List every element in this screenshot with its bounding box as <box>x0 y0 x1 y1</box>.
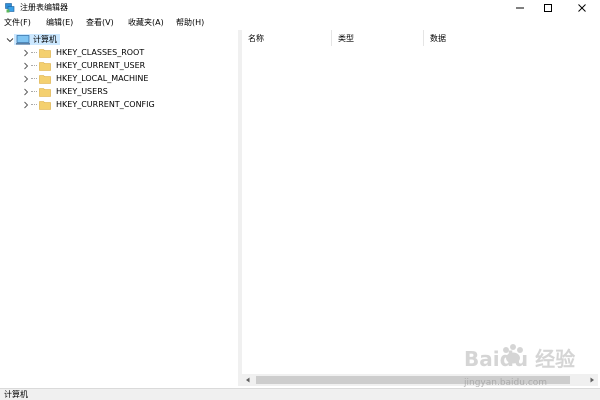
registry-editor-icon <box>5 3 15 13</box>
registry-editor-window: 注册表编辑器 文件(F) 编辑(E) 查看(V) 收藏夹(A) 帮助(H) 计算… <box>0 0 600 400</box>
tree-item-hkey-local-machine[interactable]: HKEY_LOCAL_MACHINE <box>22 72 148 85</box>
status-bar: 计算机 <box>0 388 600 400</box>
tree-item-computer[interactable]: 计算机 <box>6 33 60 46</box>
menu-edit[interactable]: 编辑(E) <box>46 17 73 29</box>
tree-connector <box>31 64 37 67</box>
column-header-data[interactable]: 数据 <box>424 30 598 46</box>
window-title: 注册表编辑器 <box>20 3 68 12</box>
chevron-down-icon[interactable] <box>6 36 14 44</box>
folder-icon <box>39 100 51 110</box>
tree-item-hkey-users[interactable]: HKEY_USERS <box>22 85 108 98</box>
menu-help[interactable]: 帮助(H) <box>176 17 204 29</box>
maximize-button[interactable] <box>532 0 564 16</box>
folder-icon <box>39 48 51 58</box>
tree-item-hkey-current-user[interactable]: HKEY_CURRENT_USER <box>22 59 145 72</box>
minimize-icon <box>516 7 524 9</box>
tree-item-label: HKEY_CURRENT_CONFIG <box>56 100 155 109</box>
computer-icon <box>16 34 30 45</box>
menu-favorites[interactable]: 收藏夹(A) <box>128 17 164 29</box>
tree-item-label: HKEY_CLASSES_ROOT <box>56 48 145 57</box>
tree-item-label: HKEY_CURRENT_USER <box>56 61 146 70</box>
maximize-icon <box>544 4 552 12</box>
tree-connector <box>31 103 37 106</box>
tree-connector <box>31 51 37 54</box>
chevron-right-icon <box>590 377 594 383</box>
folder-icon <box>39 61 51 71</box>
chevron-right-icon[interactable] <box>22 101 30 109</box>
column-header-label: 类型 <box>338 33 354 43</box>
column-header-label: 数据 <box>430 33 446 43</box>
watermark-url: jingyan.baidu.com <box>464 378 548 388</box>
chevron-right-icon[interactable] <box>22 75 30 83</box>
column-header-name[interactable]: 名称 <box>242 30 332 46</box>
folder-icon <box>39 87 51 97</box>
chevron-right-icon[interactable] <box>22 49 30 57</box>
folder-icon <box>39 74 51 84</box>
tree-connector <box>31 90 37 93</box>
watermark-brand: Baidu 经验 <box>464 347 575 371</box>
selection-highlight: 计算机 <box>14 34 60 45</box>
scroll-left-button[interactable] <box>242 374 254 386</box>
menu-file[interactable]: 文件(F) <box>4 17 31 29</box>
chevron-left-icon <box>246 377 250 383</box>
column-header-type[interactable]: 类型 <box>332 30 424 46</box>
status-path: 计算机 <box>4 390 28 399</box>
chevron-right-icon[interactable] <box>22 62 30 70</box>
menu-view[interactable]: 查看(V) <box>86 17 114 29</box>
column-header-label: 名称 <box>248 33 264 43</box>
tree-connector <box>31 77 37 80</box>
tree-item-label: 计算机 <box>33 35 57 44</box>
scroll-right-button[interactable] <box>586 374 598 386</box>
tree-item-hkey-classes-root[interactable]: HKEY_CLASSES_ROOT <box>22 46 144 59</box>
chevron-right-icon[interactable] <box>22 88 30 96</box>
key-tree-pane[interactable]: 计算机 HKEY_CLASSES_ROOT HKEY_CURRENT_USER <box>2 30 239 386</box>
values-list-pane[interactable]: 名称 类型 数据 <box>242 30 598 386</box>
tree-item-label: HKEY_LOCAL_MACHINE <box>56 74 149 83</box>
menu-bar: 文件(F) 编辑(E) 查看(V) 收藏夹(A) 帮助(H) <box>0 16 600 30</box>
close-button[interactable] <box>566 0 598 16</box>
tree-item-hkey-current-config[interactable]: HKEY_CURRENT_CONFIG <box>22 98 155 111</box>
close-icon <box>578 4 586 12</box>
tree-item-label: HKEY_USERS <box>56 87 108 96</box>
title-bar: 注册表编辑器 <box>0 0 600 16</box>
